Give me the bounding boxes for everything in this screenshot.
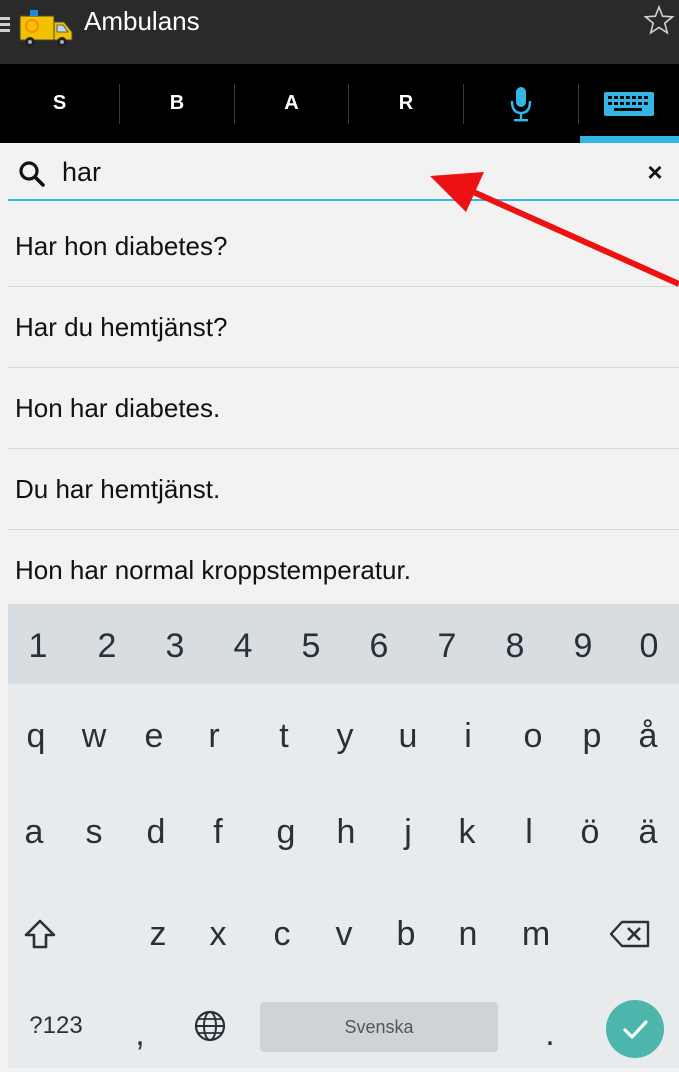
key[interactable]: ä: [620, 794, 676, 870]
key[interactable]: c: [250, 896, 314, 972]
tab-r[interactable]: R: [349, 64, 463, 143]
tab-a[interactable]: A: [235, 64, 348, 143]
shift-icon: [24, 919, 56, 949]
key[interactable]: g: [254, 794, 318, 870]
app-bar: Ambulans: [0, 0, 679, 64]
list-item[interactable]: Du har hemtjänst.: [8, 449, 679, 530]
key[interactable]: i: [436, 698, 500, 774]
annotation-arrow: [430, 172, 679, 287]
symbols-key[interactable]: ?123: [14, 988, 98, 1064]
key[interactable]: 0: [617, 608, 679, 684]
key[interactable]: n: [436, 896, 500, 972]
comma-key[interactable]: ,: [110, 996, 170, 1072]
key[interactable]: 5: [279, 608, 343, 684]
tab-keyboard[interactable]: [579, 64, 679, 143]
key[interactable]: h: [314, 794, 378, 870]
key[interactable]: å: [620, 698, 676, 774]
key[interactable]: p: [560, 698, 624, 774]
ambulance-logo-icon[interactable]: [16, 6, 76, 50]
list-item[interactable]: Hon har normal kroppstemperatur.: [8, 530, 679, 611]
key[interactable]: 6: [347, 608, 411, 684]
key[interactable]: 3: [143, 608, 207, 684]
key[interactable]: t: [252, 698, 316, 774]
globe-icon: [194, 1010, 226, 1042]
key[interactable]: q: [4, 698, 68, 774]
key[interactable]: j: [376, 794, 440, 870]
key[interactable]: m: [504, 896, 568, 972]
period-key[interactable]: .: [518, 996, 582, 1072]
key[interactable]: v: [312, 896, 376, 972]
key[interactable]: z: [126, 896, 190, 972]
key[interactable]: l: [497, 794, 561, 870]
app-title: Ambulans: [84, 6, 200, 36]
key[interactable]: 1: [6, 608, 70, 684]
key[interactable]: s: [62, 794, 126, 870]
key[interactable]: y: [313, 698, 377, 774]
key[interactable]: 8: [483, 608, 547, 684]
search-icon: [19, 161, 45, 187]
key[interactable]: b: [374, 896, 438, 972]
tab-b[interactable]: B: [120, 64, 234, 143]
key[interactable]: d: [124, 794, 188, 870]
keyboard-icon: [604, 91, 654, 116]
key[interactable]: x: [186, 896, 250, 972]
globe-key[interactable]: [178, 988, 242, 1064]
tab-microphone[interactable]: [464, 64, 578, 143]
key[interactable]: 4: [211, 608, 275, 684]
selected-tab-indicator: [580, 136, 679, 143]
tab-bar: S B A R: [0, 64, 679, 143]
backspace-key[interactable]: [598, 896, 662, 972]
key[interactable]: a: [2, 794, 66, 870]
menu-icon[interactable]: [0, 14, 12, 38]
key[interactable]: k: [435, 794, 499, 870]
tab-s[interactable]: S: [0, 64, 119, 143]
key[interactable]: f: [186, 794, 250, 870]
key[interactable]: u: [376, 698, 440, 774]
key[interactable]: ö: [558, 794, 622, 870]
key[interactable]: 9: [551, 608, 615, 684]
checkmark-icon: [623, 1020, 648, 1039]
key[interactable]: w: [62, 698, 126, 774]
list-item[interactable]: Hon har diabetes.: [8, 368, 679, 449]
shift-key[interactable]: [8, 896, 72, 972]
microphone-icon: [510, 86, 532, 121]
key[interactable]: 7: [415, 608, 479, 684]
key[interactable]: o: [501, 698, 565, 774]
key[interactable]: r: [182, 698, 246, 774]
enter-key[interactable]: [606, 1000, 664, 1058]
key[interactable]: e: [122, 698, 186, 774]
key[interactable]: 2: [75, 608, 139, 684]
space-key[interactable]: Svenska: [260, 1002, 498, 1052]
backspace-icon: [609, 920, 650, 948]
star-icon[interactable]: [643, 4, 675, 36]
